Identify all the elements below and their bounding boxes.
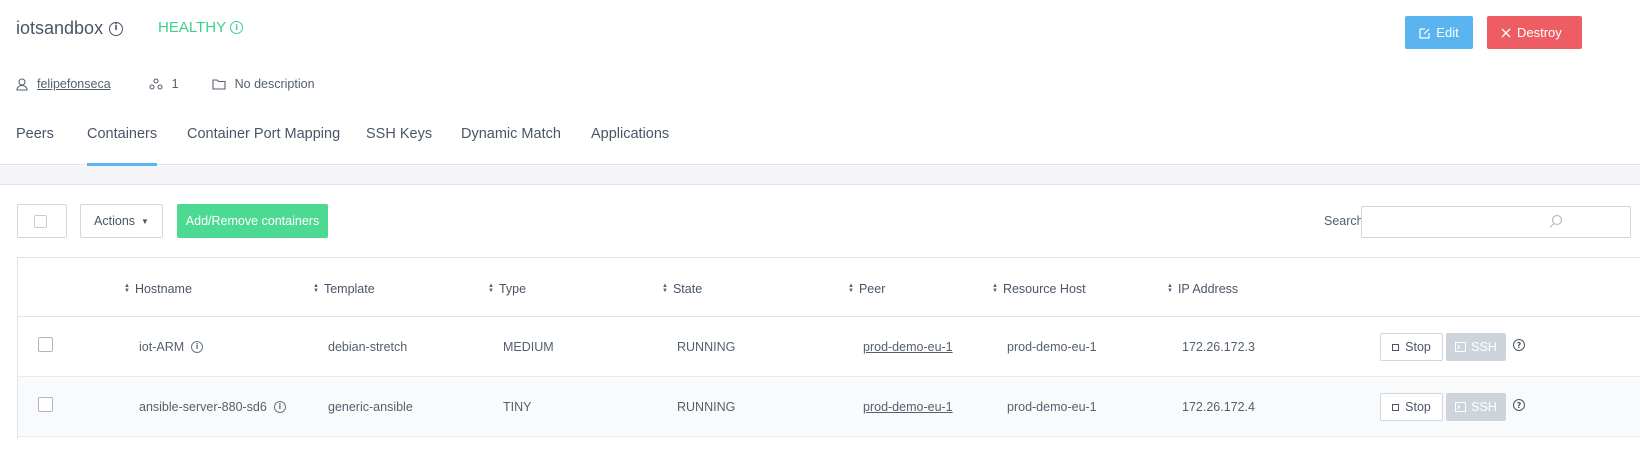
help-icon[interactable]: ? [1513,339,1525,351]
peers-icon [149,78,163,90]
ssh-button[interactable]: SSH [1446,393,1506,421]
stop-icon [1392,403,1400,411]
status-badge: HEALTHY i [158,19,244,36]
column-label: State [672,282,703,296]
sort-icon: ▲ ▼ [848,283,854,294]
search-input[interactable] [1361,206,1631,238]
row-checkbox[interactable] [38,337,53,352]
tab-applications[interactable]: Applications [591,126,669,165]
tab-container-port-mapping[interactable]: Container Port Mapping [187,126,340,165]
stop-label: Stop [1405,340,1431,354]
sort-icon: ▲ ▼ [488,283,494,294]
column-header-peer[interactable]: ▲ ▼ Peer [848,282,885,296]
info-icon[interactable]: i [109,21,124,36]
destroy-button[interactable]: Destroy [1487,16,1582,49]
search-icon [1549,214,1563,228]
tab-bar: Peers Containers Container Port Mapping … [0,115,1640,166]
table-header: ▲ ▼ Hostname ▲ ▼ Template ▲ ▼ Type ▲ ▼ State ▲ ▼ P… [18,258,1640,317]
actions-label: Actions [94,214,136,228]
tab-peers[interactable]: Peers [16,126,54,165]
destroy-button-label: Destroy [1517,25,1562,40]
column-header-ip-address[interactable]: ▲ ▼ IP Address [1167,282,1238,296]
owner-link[interactable]: felipefonseca [37,77,111,91]
sort-icon: ▲ ▼ [662,283,668,294]
tab-ssh-keys[interactable]: SSH Keys [366,126,432,165]
description-text: No description [234,77,315,91]
tab-dynamic-match[interactable]: Dynamic Match [461,126,561,165]
section-divider [0,166,1640,185]
actions-dropdown[interactable]: Actions ▼ [80,204,163,238]
user-icon [16,77,28,91]
edit-icon [1419,27,1430,39]
column-header-type[interactable]: ▲ ▼ Type [488,282,526,296]
edit-button[interactable]: Edit [1405,16,1473,49]
peer-link[interactable]: prod-demo-eu-1 [863,340,953,354]
info-icon[interactable]: i [191,341,204,353]
sort-icon: ▲ ▼ [313,283,319,294]
folder-icon [212,78,226,90]
caret-down-icon: ▼ [141,216,149,226]
add-remove-containers-button[interactable]: Add/Remove containers [177,204,328,238]
close-icon [1501,28,1511,37]
ssh-label: SSH [1471,400,1497,414]
table-row: iot-ARM i debian-stretch MEDIUM RUNNING … [18,317,1640,377]
hostname-cell: ansible-server-880-sd6 i [139,400,286,414]
column-label: Hostname [134,282,192,296]
column-header-state[interactable]: ▲ ▼ State [662,282,702,296]
row-checkbox[interactable] [38,397,53,412]
template-cell: debian-stretch [328,340,408,354]
template-cell: generic-ansible [328,400,413,414]
terminal-icon [1455,342,1467,352]
environment-meta: felipefonseca 1 No description [16,77,315,91]
ip-address-cell: 172.26.172.3 [1182,340,1255,354]
table-row: ansible-server-880-sd6 i generic-ansible… [18,377,1640,437]
environment-name: iotsandbox [16,18,104,38]
column-label: Type [498,282,527,296]
column-label: Resource Host [1002,282,1086,296]
select-all-control[interactable] [17,204,67,238]
edit-button-label: Edit [1436,25,1459,40]
column-header-resource-host[interactable]: ▲ ▼ Resource Host [992,282,1086,296]
column-label: IP Address [1177,282,1239,296]
hostname-text: ansible-server-880-sd6 [139,400,267,414]
column-label: Template [323,282,375,296]
help-icon[interactable]: ? [1513,399,1525,411]
type-cell: TINY [503,400,532,414]
environment-title: iotsandbox i [16,18,124,39]
peer-count: 1 [171,77,179,91]
peer-count-info: 1 [149,77,179,91]
sort-icon: ▲ ▼ [992,283,998,294]
containers-table: ▲ ▼ Hostname ▲ ▼ Template ▲ ▼ Type ▲ ▼ State ▲ ▼ P… [17,257,1640,439]
peer-link[interactable]: prod-demo-eu-1 [863,400,953,414]
info-icon[interactable]: i [273,401,286,413]
resource-host-cell: prod-demo-eu-1 [1007,400,1097,414]
resource-host-cell: prod-demo-eu-1 [1007,340,1097,354]
sort-icon: ▲ ▼ [124,283,130,294]
tab-containers[interactable]: Containers [87,126,158,166]
type-cell: MEDIUM [503,340,554,354]
status-text: HEALTHY [158,19,227,36]
ssh-button[interactable]: SSH [1446,333,1506,361]
peer-cell: prod-demo-eu-1 [863,400,953,414]
column-label: Peer [858,282,886,296]
state-cell: RUNNING [677,400,736,414]
stop-icon [1392,343,1400,351]
hostname-cell: iot-ARM i [139,340,204,354]
terminal-icon [1455,402,1467,412]
stop-button[interactable]: Stop [1380,393,1443,421]
column-header-hostname[interactable]: ▲ ▼ Hostname [124,282,192,296]
ip-address-cell: 172.26.172.4 [1182,400,1255,414]
hostname-text: iot-ARM [139,340,185,354]
state-cell: RUNNING [677,340,736,354]
column-header-template[interactable]: ▲ ▼ Template [313,282,375,296]
status-info-icon[interactable]: i [230,21,244,34]
sort-icon: ▲ ▼ [1167,283,1173,294]
peer-cell: prod-demo-eu-1 [863,340,953,354]
description-info: No description [212,77,315,91]
stop-button[interactable]: Stop [1380,333,1443,361]
stop-label: Stop [1405,400,1431,414]
select-all-checkbox[interactable] [34,215,47,228]
owner-info: felipefonseca [16,77,111,91]
ssh-label: SSH [1471,340,1497,354]
